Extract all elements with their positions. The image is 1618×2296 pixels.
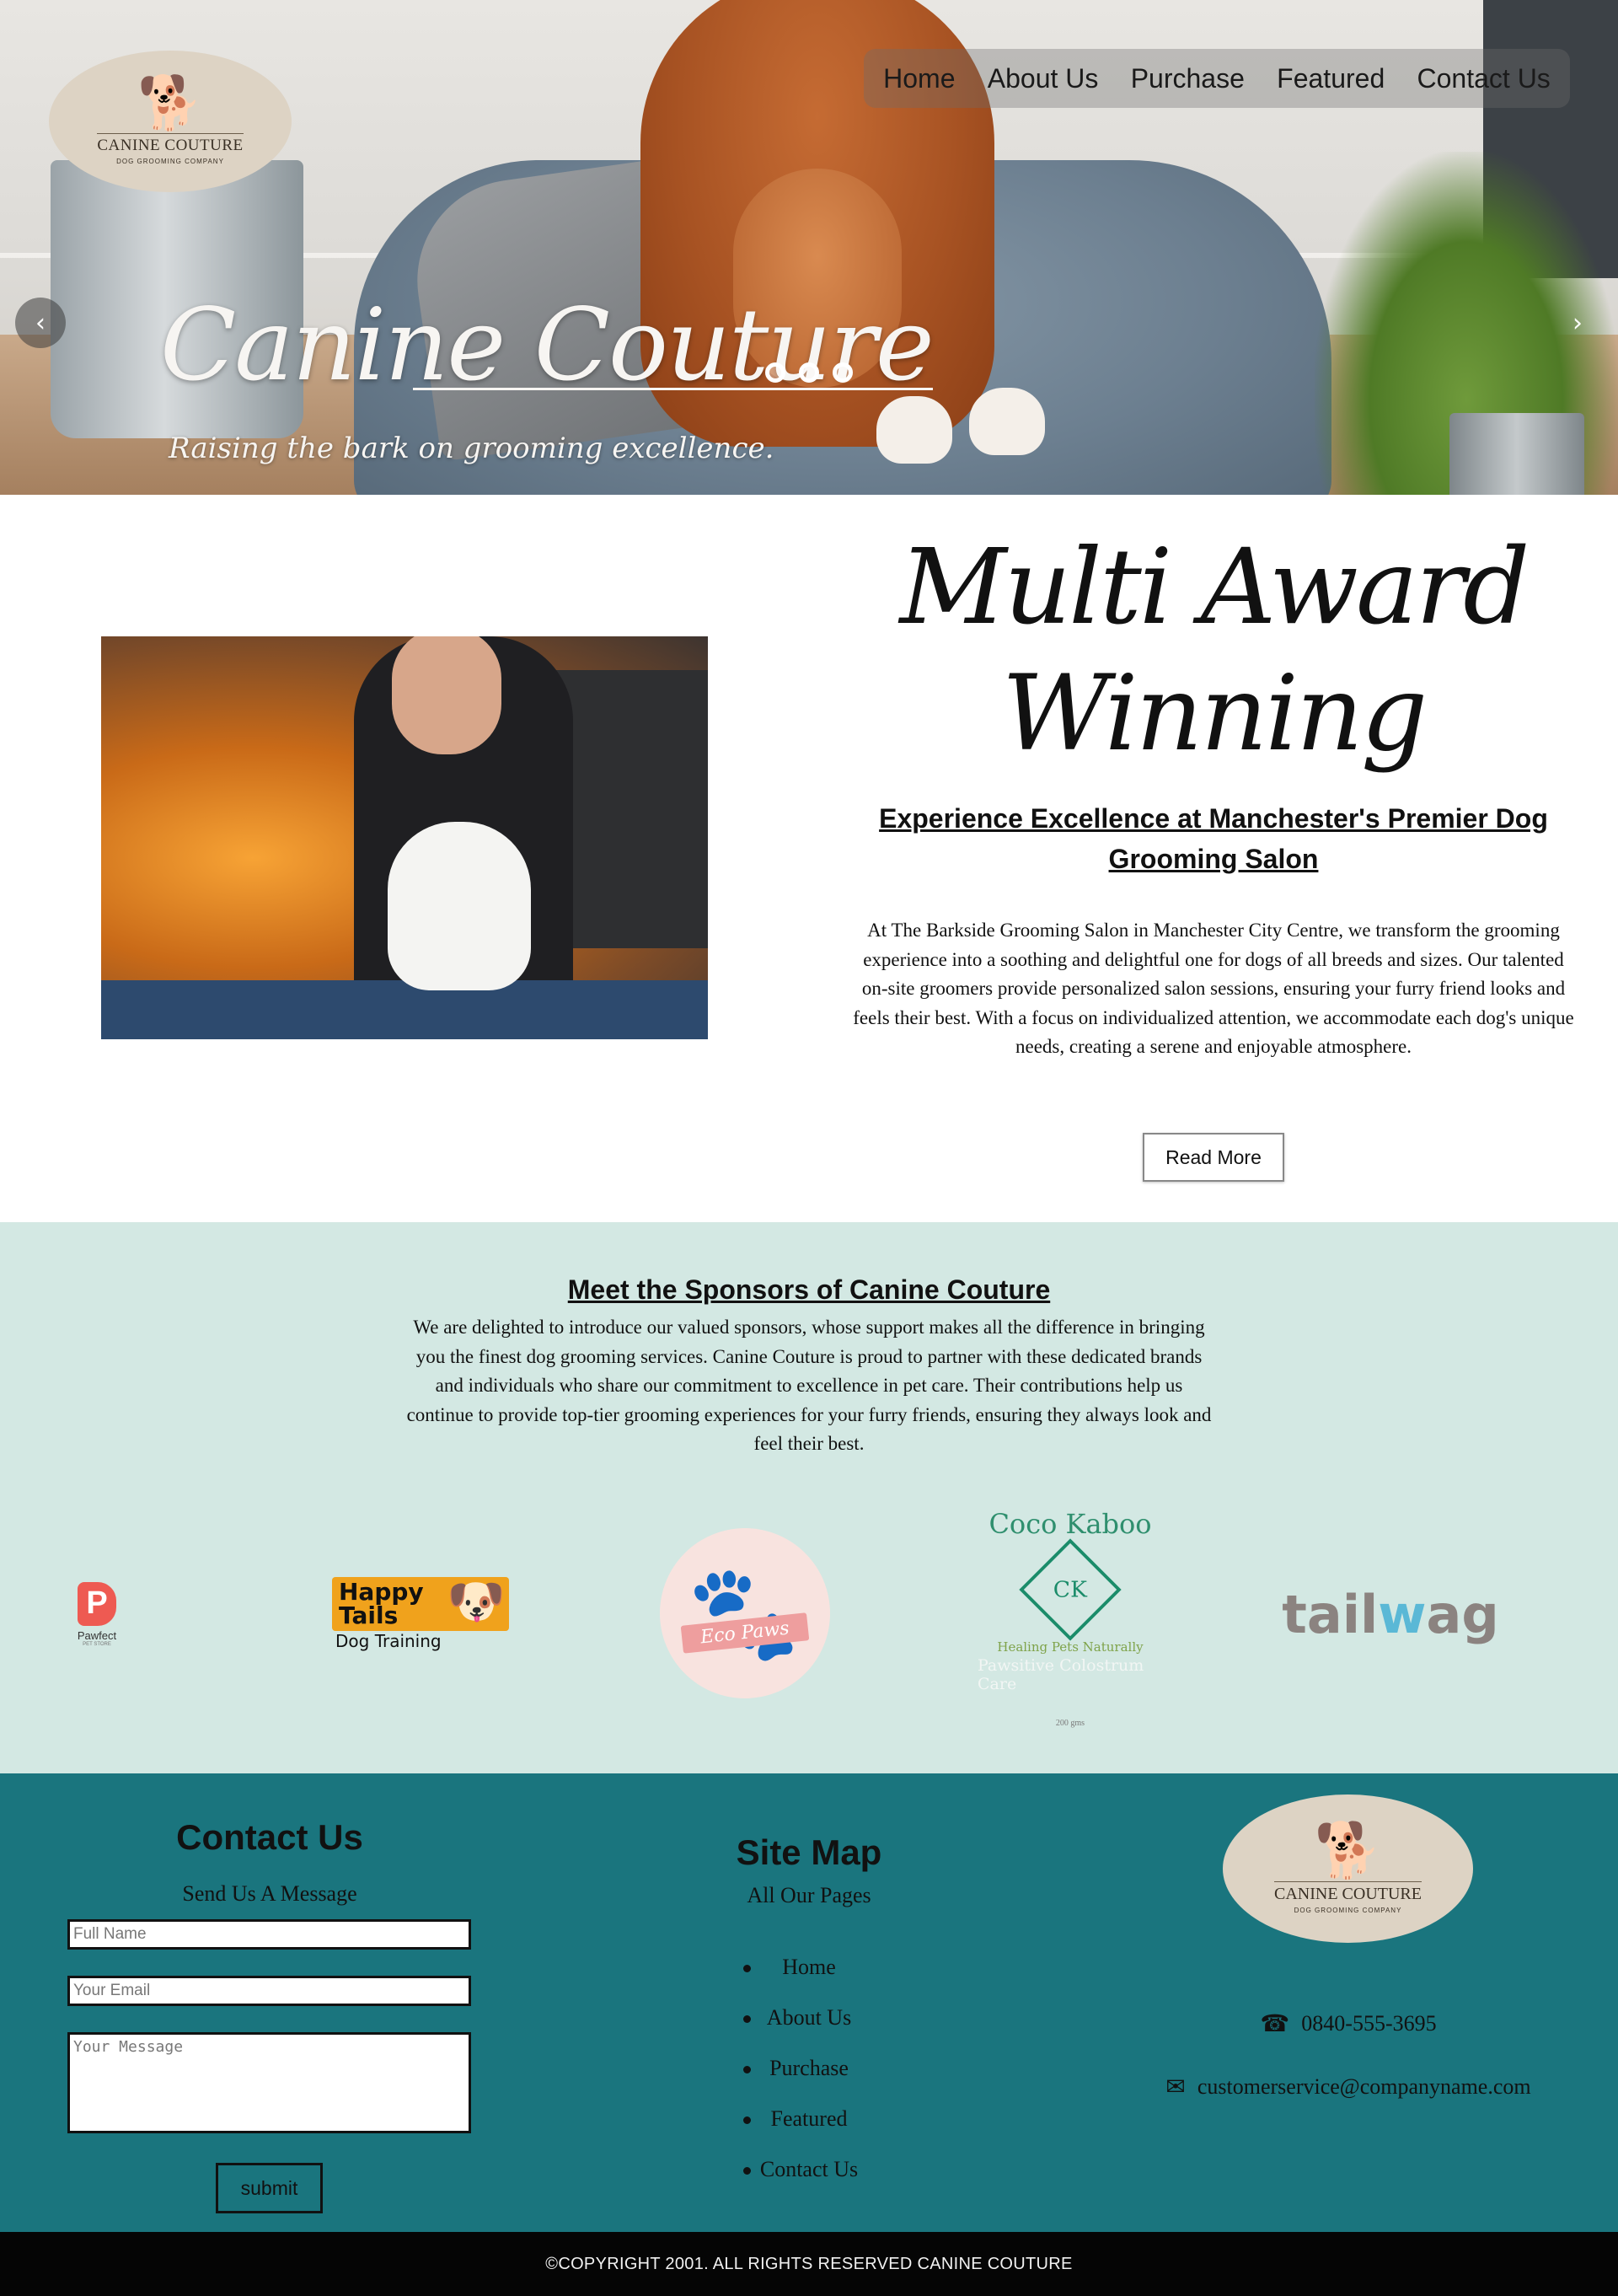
footer-sitemap-subtitle: All Our Pages [747, 1883, 871, 1907]
footer-contact-subtitle: Send Us A Message [182, 1881, 357, 1906]
sponsor-logo-pawfect[interactable]: P Pawfect PET STORE [67, 1576, 126, 1652]
list-item: Home [539, 1942, 1079, 1993]
footer-sitemap-title: Site Map [736, 1832, 882, 1872]
footer-contact-title: Contact Us [176, 1817, 363, 1857]
main-nav: Home About Us Purchase Featured Contact … [864, 49, 1570, 108]
carousel-indicators [765, 362, 853, 383]
tailwag-part3: ag [1426, 1583, 1499, 1645]
sponsors-body: We are delighted to introduce our valued… [406, 1317, 1212, 1454]
pawfect-mark: P [78, 1581, 116, 1626]
coco-kaboo-mark: CK [1053, 1575, 1088, 1603]
award-heading: Experience Excellence at Manchester's Pr… [879, 803, 1548, 874]
nav-item-contact-us[interactable]: Contact Us [1417, 63, 1551, 94]
hero-dog-paw [969, 388, 1045, 455]
tailwag-wordmark: tailwag [1282, 1584, 1498, 1645]
nav-item-about-us[interactable]: About Us [988, 63, 1099, 94]
footer-sitemap-list: Home About Us Purchase Featured Contact … [539, 1942, 1079, 2195]
diamond-icon: CK [1019, 1537, 1122, 1641]
groomer-photo-table [101, 980, 708, 1039]
site-logo[interactable]: 🐕 CANINE COUTURE DOG GROOMING COMPANY [49, 51, 292, 192]
award-script-title: Multi Award Winning [899, 527, 1530, 775]
sitemap-link-purchase[interactable]: Purchase [769, 2056, 849, 2081]
footer-logo-name: CANINE COUTURE [1274, 1880, 1422, 1904]
copyright-bar: ©COPYRIGHT 2001. ALL RIGHTS RESERVED CAN… [0, 2232, 1618, 2296]
hero-pot-right [1449, 413, 1584, 495]
dog-silhouette-icon: 🐕 [1314, 1820, 1382, 1880]
sponsor-logo-tailwag[interactable]: tailwag [1282, 1580, 1498, 1648]
footer-email-address: customerservice@companyname.com [1197, 2073, 1531, 2099]
carousel-prev-button[interactable]: ‹ [15, 298, 66, 348]
footer-logo-tagline: DOG GROOMING COMPANY [1294, 1906, 1402, 1914]
sponsors-section: Meet the Sponsors of Canine Couture We a… [0, 1222, 1618, 1773]
carousel-dot[interactable] [799, 362, 819, 383]
email-field[interactable] [67, 1976, 471, 2006]
chevron-left-icon: ‹ [35, 308, 46, 338]
sitemap-link-home[interactable]: Home [782, 1955, 836, 1980]
full-name-field[interactable] [67, 1919, 471, 1950]
coco-kaboo-tag2: Pawsitive Colostrum Care [978, 1655, 1144, 1693]
sponsors-heading-text: Meet the Sponsors of Canine Couture [567, 1274, 1051, 1305]
groomer-photo-dog [388, 822, 531, 990]
nav-item-home[interactable]: Home [883, 63, 955, 94]
award-body: At The Barkside Grooming Salon in Manche… [853, 920, 1574, 1057]
sponsor-logo-eco-paws[interactable]: 🐾 Eco Paws [660, 1528, 830, 1698]
happy-tails-box: Happy Tails 🐶 [332, 1577, 509, 1631]
pawfect-sub: PET STORE [83, 1641, 111, 1647]
list-item: Purchase [539, 2043, 1079, 2094]
logo-tagline: DOG GROOMING COMPANY [116, 158, 224, 165]
footer-email[interactable]: ✉ customerservice@companyname.com [1079, 2073, 1618, 2100]
footer-logo[interactable]: 🐕 CANINE COUTURE DOG GROOMING COMPANY [1223, 1794, 1473, 1943]
sitemap-link-featured[interactable]: Featured [771, 2106, 848, 2132]
list-item: Featured [539, 2094, 1079, 2144]
dog-silhouette-icon: 🐕 [137, 75, 203, 132]
phone-icon: ☎ [1260, 2009, 1290, 2037]
hero-subtitle: Raising the bark on grooming excellence. [169, 432, 774, 465]
sitemap-link-about-us[interactable]: About Us [767, 2005, 851, 2030]
copyright-text: ©COPYRIGHT 2001. ALL RIGHTS RESERVED CAN… [545, 2254, 1073, 2273]
pawfect-name: Pawfect [77, 1628, 117, 1642]
nav-item-purchase[interactable]: Purchase [1131, 63, 1245, 94]
coco-kaboo-name: Coco Kaboo [988, 1507, 1152, 1540]
site-footer: Contact Us Send Us A Message submit Site… [0, 1773, 1618, 2232]
nav-item-featured[interactable]: Featured [1277, 63, 1385, 94]
tailwag-part1: tail [1282, 1583, 1379, 1645]
coco-kaboo-tag3: 200 gms [1055, 1718, 1085, 1728]
chevron-right-icon: › [1572, 308, 1583, 338]
carousel-dot[interactable] [833, 362, 853, 383]
logo-name: CANINE COUTURE [97, 133, 244, 155]
message-field[interactable] [67, 2032, 471, 2133]
submit-button[interactable]: submit [216, 2163, 323, 2213]
award-section: Multi Award Winning Experience Excellenc… [0, 495, 1618, 1222]
footer-phone[interactable]: ☎ 0840-555-3695 [1079, 2009, 1618, 2037]
footer-phone-number: 0840-555-3695 [1301, 2010, 1437, 2036]
read-more-button[interactable]: Read More [1143, 1133, 1284, 1182]
hero-carousel: 🐕 CANINE COUTURE DOG GROOMING COMPANY Ho… [0, 0, 1618, 495]
carousel-next-button[interactable]: › [1552, 298, 1603, 348]
coco-kaboo-tag: Healing Pets Naturally [997, 1639, 1144, 1655]
sponsors-heading: Meet the Sponsors of Canine Couture [0, 1274, 1618, 1306]
groomer-photo-head [392, 636, 501, 754]
envelope-icon: ✉ [1165, 2073, 1186, 2100]
tailwag-part2: w [1378, 1583, 1427, 1645]
hero-dog-paw [876, 396, 952, 464]
carousel-dot[interactable] [765, 362, 785, 383]
happy-tails-sub: Dog Training [335, 1631, 442, 1651]
groomer-photo [101, 636, 708, 1039]
sponsor-logo-happy-tails[interactable]: Happy Tails 🐶 Dog Training [332, 1568, 509, 1660]
list-item: Contact Us [539, 2144, 1079, 2195]
sitemap-link-contact-us[interactable]: Contact Us [760, 2157, 858, 2182]
dog-cartoon-icon: 🐶 [447, 1574, 506, 1629]
list-item: About Us [539, 1993, 1079, 2043]
sponsor-logo-coco-kaboo[interactable]: Coco Kaboo CK Healing Pets Naturally Paw… [978, 1504, 1163, 1731]
